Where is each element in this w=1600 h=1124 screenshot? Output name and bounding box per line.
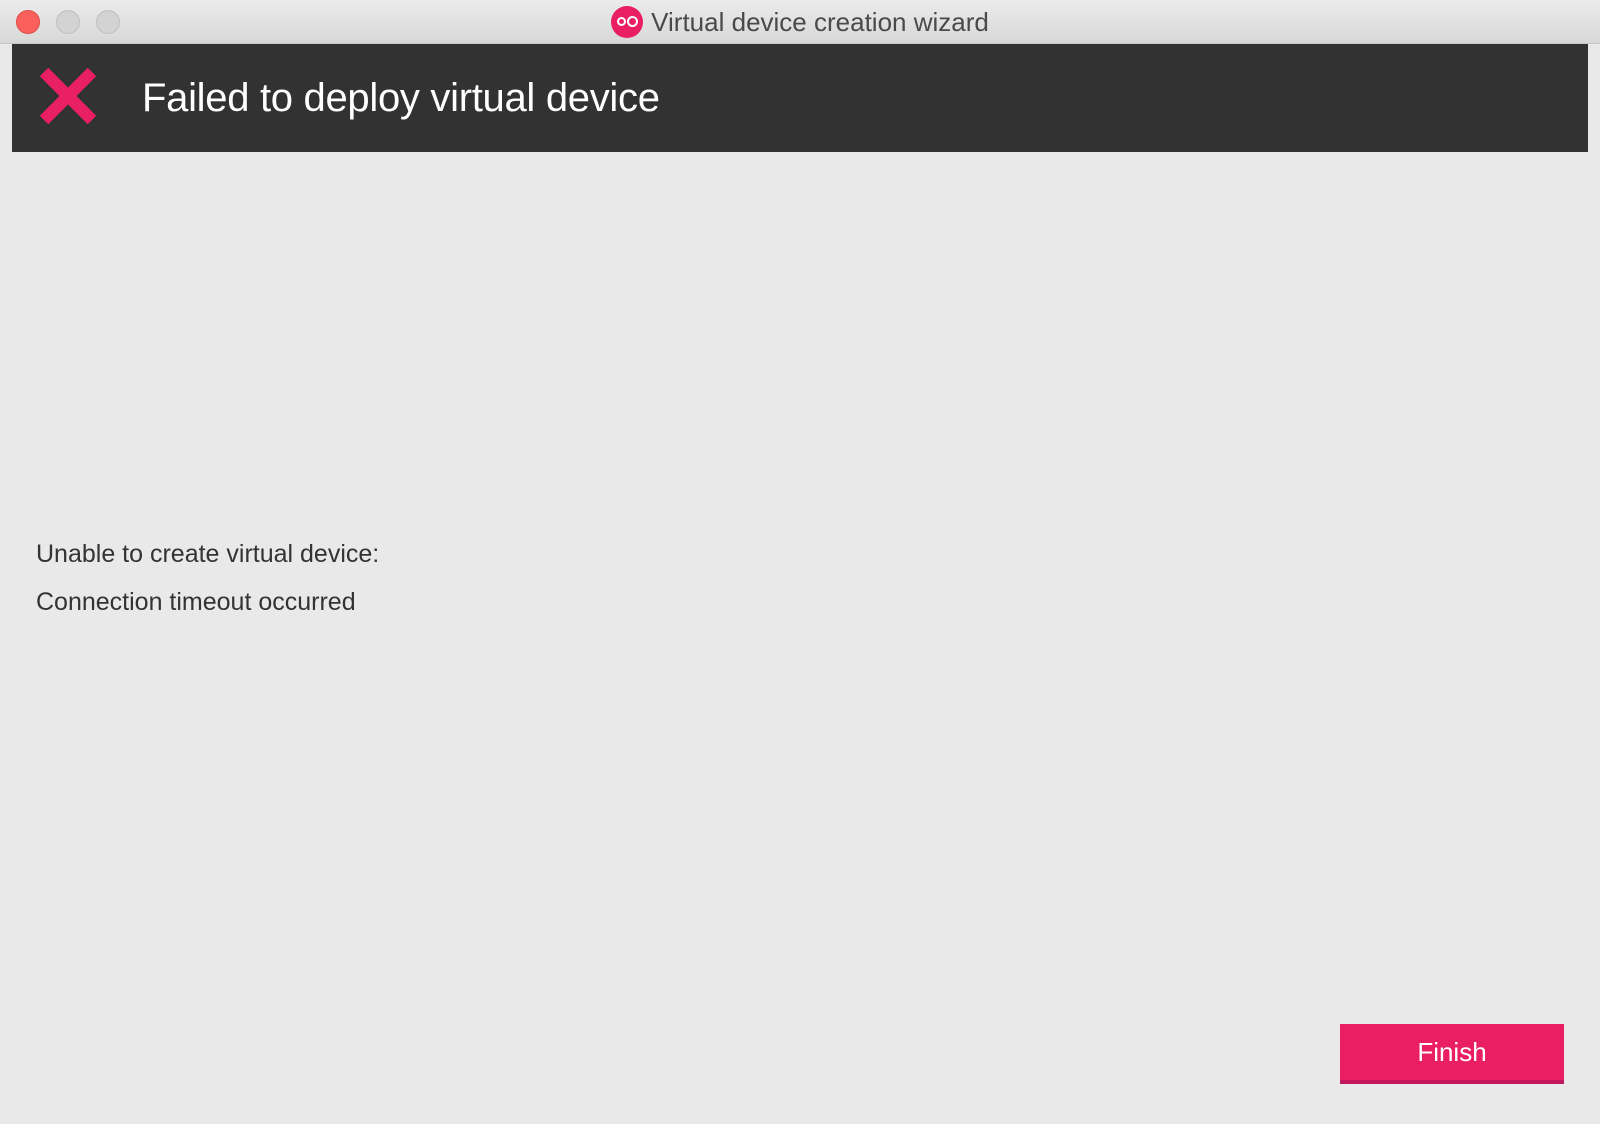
error-x-icon (39, 67, 97, 125)
error-message-detail: Connection timeout occurred (36, 588, 356, 616)
status-banner: Failed to deploy virtual device (12, 44, 1588, 152)
title-group: Virtual device creation wizard (0, 0, 1600, 44)
app-logo-left-eye (617, 17, 627, 26)
title-bar[interactable]: Virtual device creation wizard (0, 0, 1600, 44)
app-logo-right-eye (627, 16, 639, 27)
page-title: Failed to deploy virtual device (142, 76, 660, 120)
app-logo-icon (611, 6, 644, 38)
wizard-window: Virtual device creation wizard Failed to… (0, 0, 1600, 1124)
window-title: Virtual device creation wizard (651, 6, 989, 37)
finish-button[interactable]: Finish (1340, 1024, 1564, 1084)
error-message-label: Unable to create virtual device: (36, 540, 380, 568)
